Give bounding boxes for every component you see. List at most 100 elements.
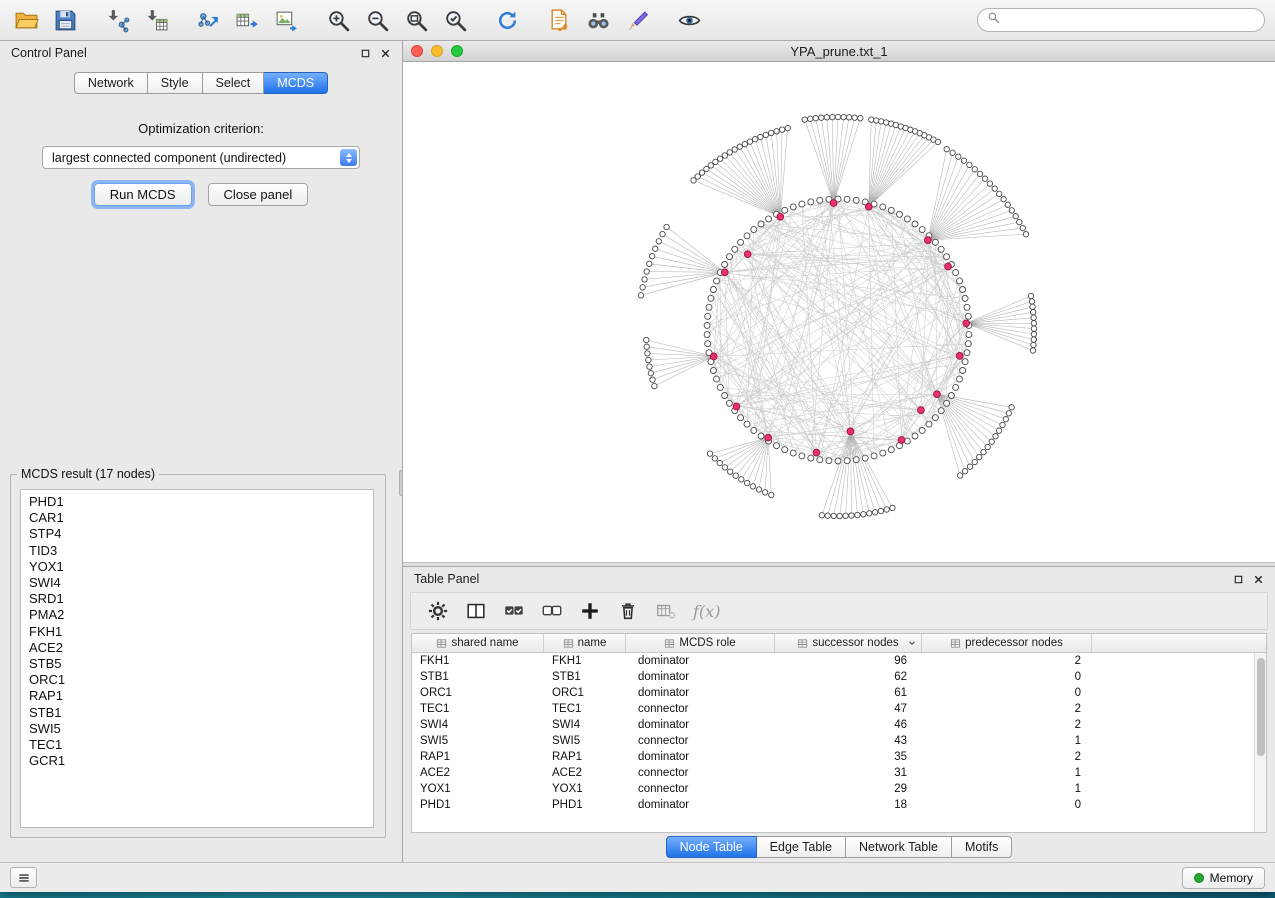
column-grid-icon (664, 638, 675, 649)
zoom-out-icon[interactable] (361, 4, 393, 36)
import-network-icon[interactable] (101, 4, 133, 36)
mcds-result-item[interactable]: PMA2 (21, 607, 373, 623)
tab-style[interactable]: Style (148, 72, 203, 94)
delete-icon[interactable] (614, 597, 642, 625)
save-session-icon[interactable] (49, 4, 81, 36)
mcds-result-item[interactable]: CAR1 (21, 510, 373, 526)
float-panel-icon[interactable] (360, 48, 371, 59)
table-row[interactable]: ORC1ORC1dominator610 (412, 685, 1266, 701)
add-icon[interactable] (576, 597, 604, 625)
open-session-icon[interactable] (10, 4, 42, 36)
export-table-icon[interactable] (231, 4, 263, 36)
table-tab-edge-table[interactable]: Edge Table (757, 836, 846, 858)
menu-button[interactable] (10, 867, 37, 888)
clone-network-icon[interactable] (543, 4, 575, 36)
show-hide-eye-icon[interactable] (673, 4, 705, 36)
criterion-value: largest connected component (undirected) (52, 151, 286, 165)
mcds-result-item[interactable]: TID3 (21, 543, 373, 559)
select-stepper-icon (340, 149, 357, 166)
graphics-details-icon[interactable] (621, 4, 653, 36)
sort-chevron-icon[interactable] (907, 638, 917, 648)
mcds-result-list[interactable]: PHD1CAR1STP4TID3YOX1SWI4SRD1PMA2FKH1ACE2… (20, 489, 374, 828)
network-graph[interactable] (403, 62, 1275, 562)
close-window-icon[interactable] (411, 45, 423, 57)
search-input[interactable] (1006, 13, 1255, 27)
run-mcds-button[interactable]: Run MCDS (94, 183, 192, 206)
table-panel-title: Table Panel (414, 572, 479, 586)
column-grid-icon (563, 638, 574, 649)
mcds-result-item[interactable]: PHD1 (21, 494, 373, 510)
import-table-icon[interactable] (140, 4, 172, 36)
maximize-window-icon[interactable] (451, 45, 463, 57)
column-header-predecessor-nodes[interactable]: predecessor nodes (922, 634, 1092, 652)
control-panel-tabs: NetworkStyleSelectMCDS (0, 72, 402, 94)
column-settings-icon[interactable] (424, 597, 452, 625)
table-row[interactable]: RAP1RAP1dominator352 (412, 749, 1266, 765)
network-titlebar[interactable]: YPA_prune.txt_1 (403, 41, 1275, 62)
tab-select[interactable]: Select (203, 72, 265, 94)
column-grid-icon (797, 638, 808, 649)
table-row[interactable]: TEC1TEC1connector472 (412, 701, 1266, 717)
window-traffic-lights (411, 45, 463, 57)
table-row[interactable]: SWI4SWI4dominator462 (412, 717, 1266, 733)
mcds-result-item[interactable]: FKH1 (21, 624, 373, 640)
mcds-result-item[interactable]: RAP1 (21, 688, 373, 704)
close-panel-icon[interactable] (380, 48, 391, 59)
column-header-name[interactable]: name (544, 634, 626, 652)
table-row[interactable]: PHD1PHD1dominator180 (412, 797, 1266, 813)
table-tab-node-table[interactable]: Node Table (666, 836, 757, 858)
apply-layout-icon[interactable] (491, 4, 523, 36)
network-canvas[interactable] (403, 62, 1275, 562)
criterion-select[interactable]: largest connected component (undirected) (42, 146, 360, 169)
mcds-result-item[interactable]: STB5 (21, 656, 373, 672)
mcds-result-item[interactable]: STP4 (21, 526, 373, 542)
table-row[interactable]: STB1STB1dominator620 (412, 669, 1266, 685)
table-row[interactable]: SWI5SWI5connector431 (412, 733, 1266, 749)
tab-mcds[interactable]: MCDS (264, 72, 328, 94)
table-scrollbar[interactable] (1254, 653, 1266, 832)
export-network-icon[interactable] (192, 4, 224, 36)
column-header-successor-nodes[interactable]: successor nodes (775, 634, 922, 652)
mcds-result-item[interactable]: SWI5 (21, 721, 373, 737)
table-tab-network-table[interactable]: Network Table (846, 836, 952, 858)
find-icon[interactable] (582, 4, 614, 36)
zoom-in-icon[interactable] (322, 4, 354, 36)
table-row[interactable]: FKH1FKH1dominator962 (412, 653, 1266, 669)
table-toolbar: f(x) (410, 592, 1268, 630)
select-all-icon[interactable] (500, 597, 528, 625)
zoom-selected-icon[interactable] (439, 4, 471, 36)
split-column-icon[interactable] (462, 597, 490, 625)
mcds-result-item[interactable]: ORC1 (21, 672, 373, 688)
mcds-result-item[interactable]: YOX1 (21, 559, 373, 575)
mcds-result-item[interactable]: ACE2 (21, 640, 373, 656)
optimization-label: Optimization criterion: (0, 121, 402, 136)
column-header-MCDS-role[interactable]: MCDS role (626, 634, 775, 652)
zoom-fit-icon[interactable] (400, 4, 432, 36)
close-table-panel-icon[interactable] (1253, 574, 1264, 585)
export-image-icon[interactable] (270, 4, 302, 36)
mcds-result-item[interactable]: STB1 (21, 705, 373, 721)
mcds-result-item[interactable]: GCR1 (21, 753, 373, 769)
memory-label: Memory (1210, 871, 1253, 885)
search-box[interactable] (977, 8, 1265, 32)
deselect-all-icon[interactable] (538, 597, 566, 625)
table-tab-motifs[interactable]: Motifs (952, 836, 1012, 858)
minimize-window-icon[interactable] (431, 45, 443, 57)
control-panel: Control Panel NetworkStyleSelectMCDS Opt… (0, 41, 403, 862)
cytoscape-window: Control Panel NetworkStyleSelectMCDS Opt… (0, 0, 1275, 892)
mcds-result-fieldset: MCDS result (17 nodes) PHD1CAR1STP4TID3Y… (10, 467, 386, 838)
scrollbar-thumb[interactable] (1257, 658, 1265, 756)
memory-button[interactable]: Memory (1182, 867, 1265, 889)
table-row[interactable]: ACE2ACE2connector311 (412, 765, 1266, 781)
close-panel-button[interactable]: Close panel (208, 183, 309, 206)
mcds-result-item[interactable]: TEC1 (21, 737, 373, 753)
table-row[interactable]: YOX1YOX1connector291 (412, 781, 1266, 797)
tab-network[interactable]: Network (74, 72, 148, 94)
mcds-result-item[interactable]: SRD1 (21, 591, 373, 607)
main-toolbar (0, 0, 1275, 41)
mcds-result-item[interactable]: SWI4 (21, 575, 373, 591)
memory-status-dot (1194, 873, 1204, 883)
float-table-panel-icon[interactable] (1233, 574, 1244, 585)
column-header-shared-name[interactable]: shared name (412, 634, 544, 652)
function-builder-icon: f(x) (690, 597, 723, 625)
